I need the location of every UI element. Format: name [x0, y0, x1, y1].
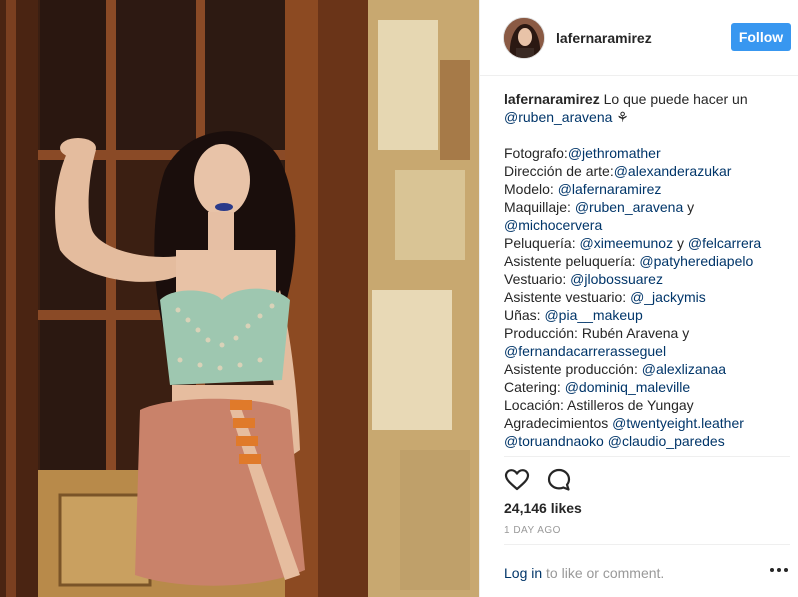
caption-text: Asistente vestuario:	[504, 289, 631, 305]
caption-line: Peluquería: @ximeemunoz y @felcarrera	[504, 234, 790, 252]
caption-line: @ruben_aravena ⚘	[504, 108, 790, 126]
comment-bubble-icon[interactable]	[546, 467, 572, 493]
mention-link[interactable]: @BelenTorresP	[623, 451, 721, 454]
caption-line: Uñas: @pia__makeup	[504, 306, 790, 324]
mention-link[interactable]: @lafernaramirez	[558, 181, 662, 197]
like-count[interactable]: 24,146 likes	[504, 500, 582, 516]
follow-button[interactable]: Follow	[731, 23, 791, 51]
caption-line: Dirección de arte:@alexanderazukar	[504, 162, 790, 180]
caption-text: Maquillaje:	[504, 199, 575, 215]
caption-line: Locación: Astilleros de Yungay	[504, 396, 790, 414]
caption-text: Catering:	[504, 379, 565, 395]
caption-line: Vestuario: @jlobossuarez	[504, 270, 790, 288]
caption-text: Vestuario:	[504, 271, 571, 287]
mention-link[interactable]: @michocervera	[504, 217, 602, 233]
caption-line: @fernandacarrerasseguel	[504, 342, 790, 360]
caption-text: Peluquería:	[504, 235, 580, 251]
avatar-image	[504, 18, 544, 58]
caption-line: @constelacion_ad @BelenTorresP	[504, 450, 790, 454]
caption-text: Lo que puede hacer un	[599, 91, 748, 107]
caption-author-link[interactable]: lafernaramirez	[504, 91, 600, 107]
caption-text: Dirección de arte:	[504, 163, 614, 179]
caption-text: Asistente peluquería:	[504, 253, 640, 269]
mention-link[interactable]: @claudio_paredes	[608, 433, 725, 449]
mention-link[interactable]: @twentyeight.leather	[612, 415, 744, 431]
caption-text: Modelo:	[504, 181, 558, 197]
action-bar	[504, 456, 790, 496]
post-photo[interactable]	[0, 0, 479, 597]
caption-text: Uñas:	[504, 307, 545, 323]
caption-line: Agradecimientos @twentyeight.leather	[504, 414, 790, 432]
mention-link[interactable]: @felcarrera	[688, 235, 761, 251]
mention-link[interactable]: @ruben_aravena	[504, 109, 612, 125]
mention-link[interactable]: @alexanderazukar	[614, 163, 732, 179]
caption-text: Agradecimientos	[504, 415, 613, 431]
caption-text: Asistente producción:	[504, 361, 642, 377]
avatar[interactable]	[503, 17, 545, 59]
post-side-panel: lafernaramirez Follow lafernaramirez Lo …	[479, 0, 798, 597]
mention-link[interactable]: @_jackymis	[630, 289, 706, 305]
more-options-icon[interactable]	[768, 563, 790, 577]
caption-text: Producción: Rubén Aravena y	[504, 325, 690, 341]
login-prompt: Log in to like or comment.	[504, 565, 664, 581]
caption-line: lafernaramirez Lo que puede hacer un	[504, 90, 790, 108]
login-prompt-text: to like or comment.	[542, 565, 665, 581]
post-image	[0, 0, 479, 597]
mention-link[interactable]: @constelacion_ad	[504, 451, 619, 454]
caption-line: Asistente vestuario: @_jackymis	[504, 288, 790, 306]
mention-link[interactable]: @alexlizanaa	[642, 361, 726, 377]
comment-bar: Log in to like or comment.	[504, 544, 790, 597]
caption-line: Catering: @dominiq_maleville	[504, 378, 790, 396]
post-timestamp[interactable]: 1 DAY AGO	[504, 525, 561, 536]
mention-link[interactable]: @ximeemunoz	[580, 235, 674, 251]
post-caption: lafernaramirez Lo que puede hacer un @rub…	[504, 90, 790, 454]
mention-link[interactable]: @patyherediapelo	[639, 253, 753, 269]
mention-link[interactable]: @dominiq_maleville	[565, 379, 691, 395]
caption-line: @toruandnaoko @claudio_paredes	[504, 432, 790, 450]
caption-line: Modelo: @lafernaramirez	[504, 180, 790, 198]
caption-text: ⚘	[612, 109, 629, 125]
caption-text: Fotografo:	[504, 145, 568, 161]
caption-line: Asistente producción: @alexlizanaa	[504, 360, 790, 378]
heart-icon[interactable]	[504, 467, 530, 493]
caption-line: @michocervera	[504, 216, 790, 234]
caption-text: y	[673, 235, 688, 251]
caption-line: Producción: Rubén Aravena y	[504, 324, 790, 342]
caption-line: Asistente peluquería: @patyherediapelo	[504, 252, 790, 270]
caption-line	[504, 126, 790, 144]
caption-line: Maquillaje: @ruben_aravena y	[504, 198, 790, 216]
caption-line: Fotografo:@jethromather	[504, 144, 790, 162]
login-link[interactable]: Log in	[504, 565, 542, 581]
mention-link[interactable]: @jethromather	[568, 145, 661, 161]
mention-link[interactable]: @pia__makeup	[544, 307, 642, 323]
post-header: lafernaramirez Follow	[480, 0, 798, 76]
username-link[interactable]: lafernaramirez	[556, 30, 652, 46]
mention-link[interactable]: @fernandacarrerasseguel	[504, 343, 666, 359]
caption-text: y	[683, 199, 695, 215]
mention-link[interactable]: @jlobossuarez	[570, 271, 663, 287]
mention-link[interactable]: @toruandnaoko	[504, 433, 604, 449]
caption-text: Locación: Astilleros de Yungay	[504, 397, 694, 413]
mention-link[interactable]: @ruben_aravena	[575, 199, 683, 215]
